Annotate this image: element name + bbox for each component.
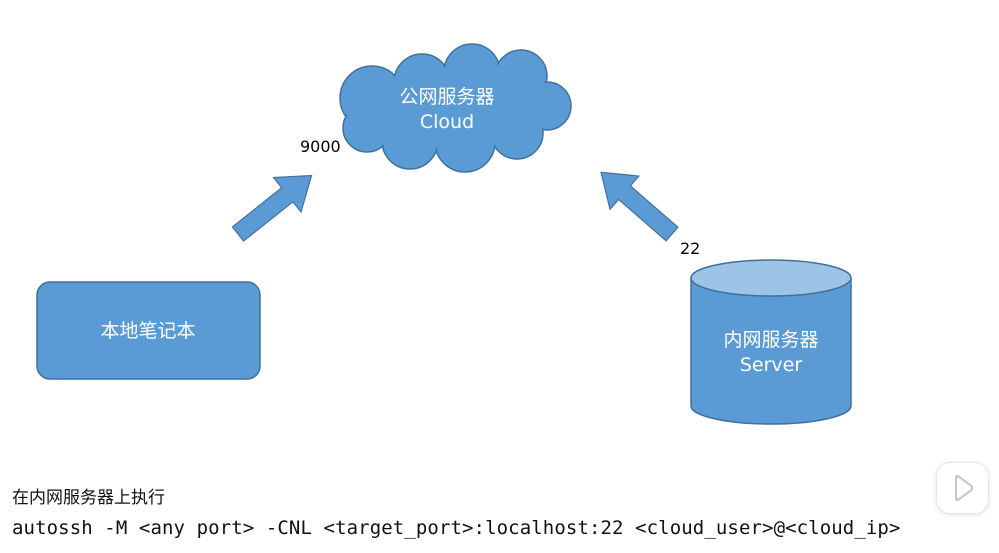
cloud-label-line1: 公网服务器 (399, 86, 494, 108)
arrow-laptop-to-cloud (231, 174, 313, 242)
server-cylinder-top (690, 259, 852, 297)
autossh-command: autossh -M <any port> -CNL <target_port>… (12, 517, 901, 539)
laptop-label: 本地笔记本 (100, 320, 195, 342)
server-node: 内网服务器 Server (690, 259, 852, 425)
arrow-up-right-icon (231, 174, 313, 242)
arrow-up-left-icon (600, 171, 679, 242)
server-label-line1: 内网服务器 (723, 329, 818, 351)
server-label-line2: Server (740, 354, 802, 376)
play-icon (954, 474, 974, 502)
arrow-server-to-cloud (600, 171, 679, 242)
cloud-node: 公网服务器 Cloud (339, 43, 572, 173)
server-port-label: 22 (680, 239, 700, 258)
laptop-node: 本地笔记本 (36, 281, 261, 380)
server-cylinder-body (690, 277, 852, 425)
instruction-caption: 在内网服务器上执行 (12, 488, 165, 508)
cloud-port-label: 9000 (300, 137, 341, 156)
play-button[interactable] (936, 462, 989, 514)
cloud-label-line2: Cloud (420, 111, 474, 133)
network-diagram: 公网服务器 Cloud 9000 22 本地笔记本 内网服务器 Server (36, 43, 852, 425)
